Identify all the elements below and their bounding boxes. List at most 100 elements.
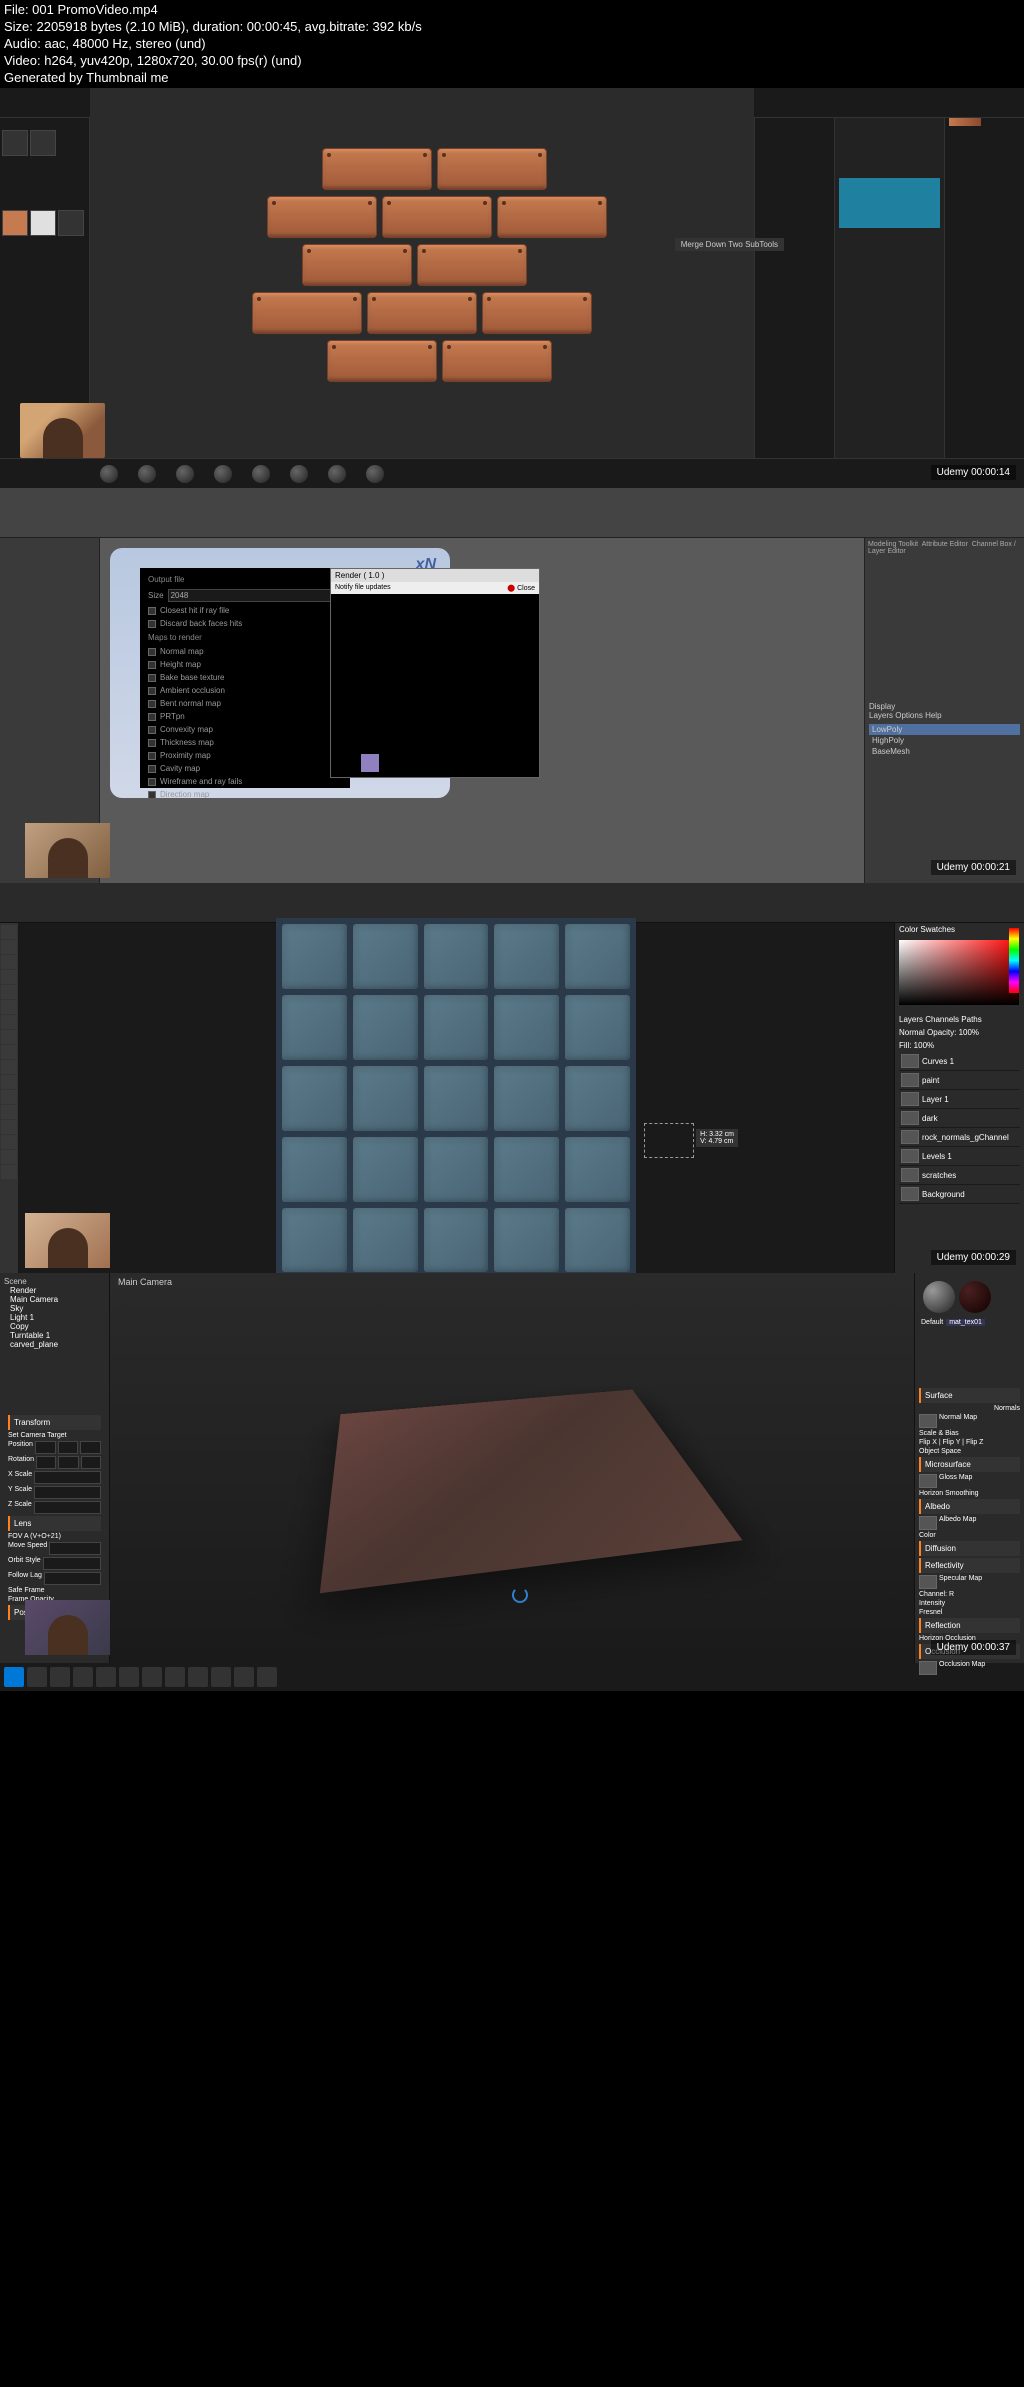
attribute-tab[interactable]: Attribute Editor (922, 541, 968, 548)
taskbar-app-icon[interactable] (50, 1667, 70, 1687)
scene-item[interactable]: Light 1 (10, 1313, 105, 1322)
taskbar-app-icon[interactable] (96, 1667, 116, 1687)
layer-item[interactable]: HighPoly (869, 735, 1020, 746)
brush-tool-icon[interactable] (1, 1015, 17, 1029)
lens-section[interactable]: Lens (8, 1516, 101, 1531)
shelf-sphere-icon[interactable] (138, 465, 156, 483)
reflection-section[interactable]: Reflection (919, 1618, 1020, 1633)
shape-tool-icon[interactable] (1, 1135, 17, 1149)
xn-map-option[interactable]: PRTpn (144, 710, 346, 723)
xn-map-option[interactable]: Normal map (144, 645, 346, 658)
help-label[interactable]: Help (925, 711, 941, 720)
dodge-tool-icon[interactable] (1, 1090, 17, 1104)
taskbar-app-icon[interactable] (165, 1667, 185, 1687)
move-tool-icon[interactable] (1, 925, 17, 939)
color-picker[interactable] (899, 940, 1019, 1005)
zbrush-right-panels[interactable] (754, 88, 1024, 488)
scalebias-check[interactable]: Scale & Bias (919, 1430, 959, 1437)
scene-item[interactable]: Main Camera (10, 1295, 105, 1304)
material-swatch[interactable] (2, 210, 28, 236)
lasso-tool-icon[interactable] (1, 955, 17, 969)
xnormal-options-panel[interactable]: Output file Size 2048 Closest hit if ray… (140, 568, 350, 788)
close-button[interactable]: Close (517, 585, 535, 592)
xn-map-option[interactable]: Wireframe and ray fails (144, 775, 346, 788)
windows-taskbar[interactable] (0, 1663, 1024, 1691)
color-swatch[interactable] (30, 210, 56, 236)
layer-row[interactable]: paint (899, 1071, 1020, 1090)
xnormal-render-window[interactable]: Render ( 1.0 ) Notify file updates ⬤ Clo… (330, 568, 540, 778)
shelf-sphere-icon[interactable] (176, 465, 194, 483)
brush-thumb[interactable] (2, 130, 28, 156)
surface-section[interactable]: Surface (919, 1388, 1020, 1403)
material-preview-sphere[interactable] (959, 1281, 991, 1313)
occmap-slot[interactable]: Occlusion Map (939, 1661, 985, 1675)
maya-toolbar[interactable] (0, 488, 1024, 538)
alt-swatch[interactable] (58, 210, 84, 236)
layers-label[interactable]: Layers (869, 711, 893, 720)
xn-map-option[interactable]: Direction map (144, 788, 346, 798)
layer-row[interactable]: rock_normals_gChannel (899, 1128, 1020, 1147)
taskbar-app-icon[interactable] (234, 1667, 254, 1687)
scene-item[interactable]: carved_plane (10, 1340, 105, 1349)
render-header[interactable]: Render ( 1.0 ) (331, 569, 539, 582)
material-name-selected[interactable]: mat_tex01 (946, 1319, 985, 1326)
shelf-sphere-icon[interactable] (366, 465, 384, 483)
taskbar-app-icon[interactable] (27, 1667, 47, 1687)
glossmap-slot[interactable]: Gloss Map (939, 1474, 972, 1488)
taskbar-app-icon[interactable] (188, 1667, 208, 1687)
opacity-input[interactable]: Opacity: 100% (927, 1028, 979, 1037)
shelf-sphere-icon[interactable] (100, 465, 118, 483)
photoshop-toolbar[interactable] (0, 923, 18, 1273)
maya-channel-box[interactable]: Modeling Toolkit Attribute Editor Channe… (864, 538, 1024, 883)
xn-discard-option[interactable]: Discard back faces hits (144, 617, 346, 630)
xn-map-option[interactable]: Bake base texture (144, 671, 346, 684)
text-tool-icon[interactable] (1, 1120, 17, 1134)
marmoset-viewport[interactable]: Main Camera (110, 1273, 914, 1663)
xn-map-option[interactable]: Proximity map (144, 749, 346, 762)
subtool-preview[interactable] (839, 178, 940, 228)
layer-item-selected[interactable]: LowPoly (869, 724, 1020, 735)
xn-map-option[interactable]: Convexity map (144, 723, 346, 736)
eraser-tool-icon[interactable] (1, 1045, 17, 1059)
hue-slider[interactable] (1009, 928, 1019, 993)
hand-tool-icon[interactable] (1, 1150, 17, 1164)
start-button-icon[interactable] (4, 1667, 24, 1687)
layer-row[interactable]: Curves 1 (899, 1052, 1020, 1071)
microsurface-section[interactable]: Microsurface (919, 1457, 1020, 1472)
layer-item[interactable]: BaseMesh (869, 746, 1020, 757)
xn-closest-option[interactable]: Closest hit if ray file (144, 604, 346, 617)
blend-mode-select[interactable]: Normal (899, 1028, 925, 1037)
objspace-check[interactable]: Object Space (919, 1448, 961, 1455)
albedo-section[interactable]: Albedo (919, 1499, 1020, 1514)
render-toolbar[interactable]: Notify file updates ⬤ Close (331, 582, 539, 594)
normalmap-slot[interactable]: Normal Map (939, 1414, 977, 1428)
photoshop-menubar[interactable] (0, 883, 1024, 923)
scene-item[interactable]: Render (10, 1286, 105, 1295)
paths-tab[interactable]: Paths (961, 1015, 981, 1024)
fill-input[interactable]: Fill: 100% (899, 1041, 934, 1050)
xn-map-option[interactable]: Bent normal map (144, 697, 346, 710)
layer-row[interactable]: Background (899, 1185, 1020, 1204)
zbrush-viewport[interactable]: Merge Down Two SubTools (90, 88, 754, 488)
zoom-tool-icon[interactable] (1, 1165, 17, 1179)
xn-map-option[interactable]: Thickness map (144, 736, 346, 749)
layer-row[interactable]: Levels 1 (899, 1147, 1020, 1166)
color-tab[interactable]: Color (899, 925, 918, 934)
taskbar-app-icon[interactable] (119, 1667, 139, 1687)
wand-tool-icon[interactable] (1, 970, 17, 984)
scene-item[interactable]: Sky (10, 1304, 105, 1313)
pen-tool-icon[interactable] (1, 1105, 17, 1119)
material-name[interactable]: Default (921, 1319, 943, 1326)
specmap-slot[interactable]: Specular Map (939, 1575, 982, 1589)
zbrush-shelf[interactable] (0, 458, 1024, 488)
channels-tab[interactable]: Channels (925, 1015, 959, 1024)
options-label[interactable]: Options (895, 711, 923, 720)
taskbar-app-icon[interactable] (257, 1667, 277, 1687)
layer-row[interactable]: scratches (899, 1166, 1020, 1185)
photoshop-panels[interactable]: Color Swatches Layers Channels Paths Nor… (894, 923, 1024, 1273)
scene-item[interactable]: Turntable 1 (10, 1331, 105, 1340)
shelf-sphere-icon[interactable] (252, 465, 270, 483)
marquee-tool-icon[interactable] (1, 940, 17, 954)
maya-viewport[interactable]: xN Output file Size 2048 Closest hit if … (100, 538, 864, 883)
selection-marquee[interactable]: H: 3.32 cm V: 4.79 cm (644, 1123, 694, 1158)
